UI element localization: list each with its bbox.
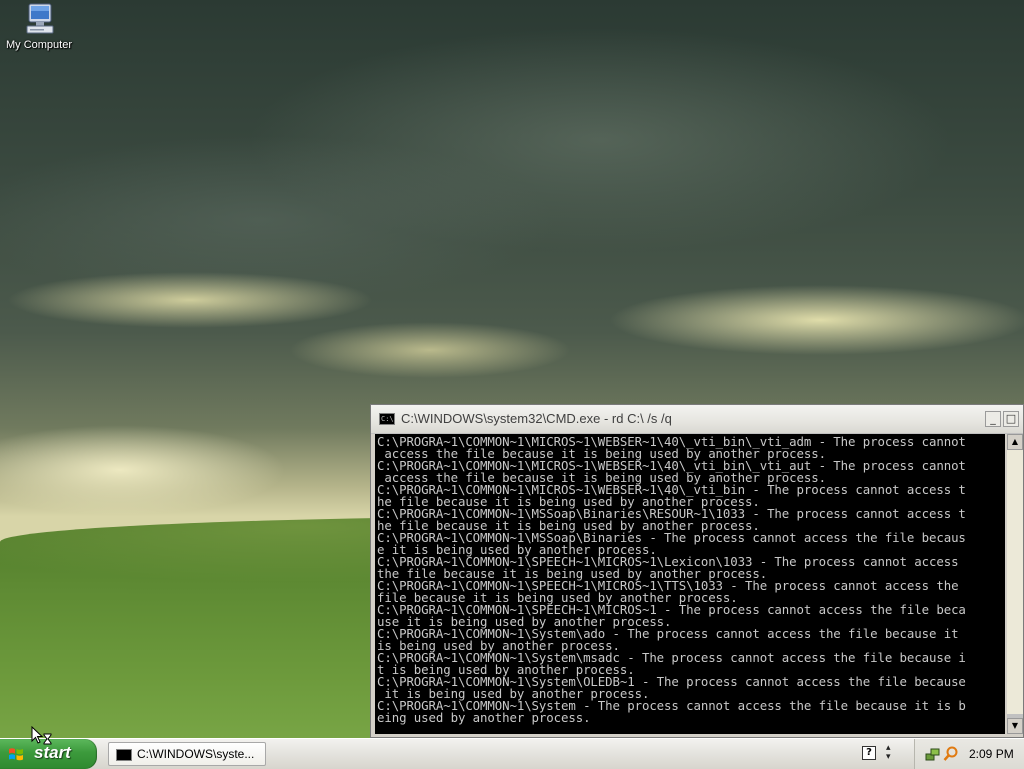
vertical-scrollbar[interactable]: ▲ ▼ [1007, 434, 1023, 734]
taskbar-item-cmd[interactable]: C:\WINDOWS\syste... [108, 742, 266, 766]
my-computer-icon [23, 2, 55, 36]
cmd-task-icon [116, 749, 132, 761]
quick-tray: ? ▴ ▾ [856, 741, 906, 767]
minimize-button[interactable]: _ [985, 411, 1001, 427]
cmd-window-icon[interactable]: C:\ [379, 413, 395, 425]
clock[interactable]: 2:09 PM [969, 747, 1014, 761]
cmd-titlebar[interactable]: C:\ C:\WINDOWS\system32\CMD.exe - rd C:\… [371, 405, 1023, 434]
mouse-cursor-busy-icon [31, 725, 53, 748]
taskbar-item-label: C:\WINDOWS\syste... [137, 747, 255, 761]
taskbar: start C:\WINDOWS\syste... ? ▴ ▾ 2:09 PM [0, 738, 1024, 769]
chevron-toggle-icon[interactable]: ▴ ▾ [886, 744, 891, 762]
cmd-console-output[interactable]: C:\PROGRA~1\COMMON~1\MICROS~1\WEBSER~1\4… [375, 434, 1005, 734]
search-icon[interactable] [943, 746, 959, 762]
cmd-window[interactable]: C:\ C:\WINDOWS\system32\CMD.exe - rd C:\… [370, 404, 1024, 738]
cmd-window-title: C:\WINDOWS\system32\CMD.exe - rd C:\ /s … [401, 411, 672, 426]
help-icon[interactable]: ? [862, 746, 876, 760]
scroll-up-button[interactable]: ▲ [1007, 434, 1023, 450]
desktop-icon-my-computer[interactable]: My Computer [4, 2, 74, 51]
console-line: eing used by another process. [377, 710, 591, 725]
network-icon[interactable] [925, 747, 941, 761]
windows-flag-icon [8, 746, 24, 762]
desktop-icon-label: My Computer [5, 39, 73, 51]
system-tray: 2:09 PM [914, 739, 1024, 769]
scroll-down-button[interactable]: ▼ [1007, 718, 1023, 734]
maximize-button[interactable]: □ [1003, 411, 1019, 427]
